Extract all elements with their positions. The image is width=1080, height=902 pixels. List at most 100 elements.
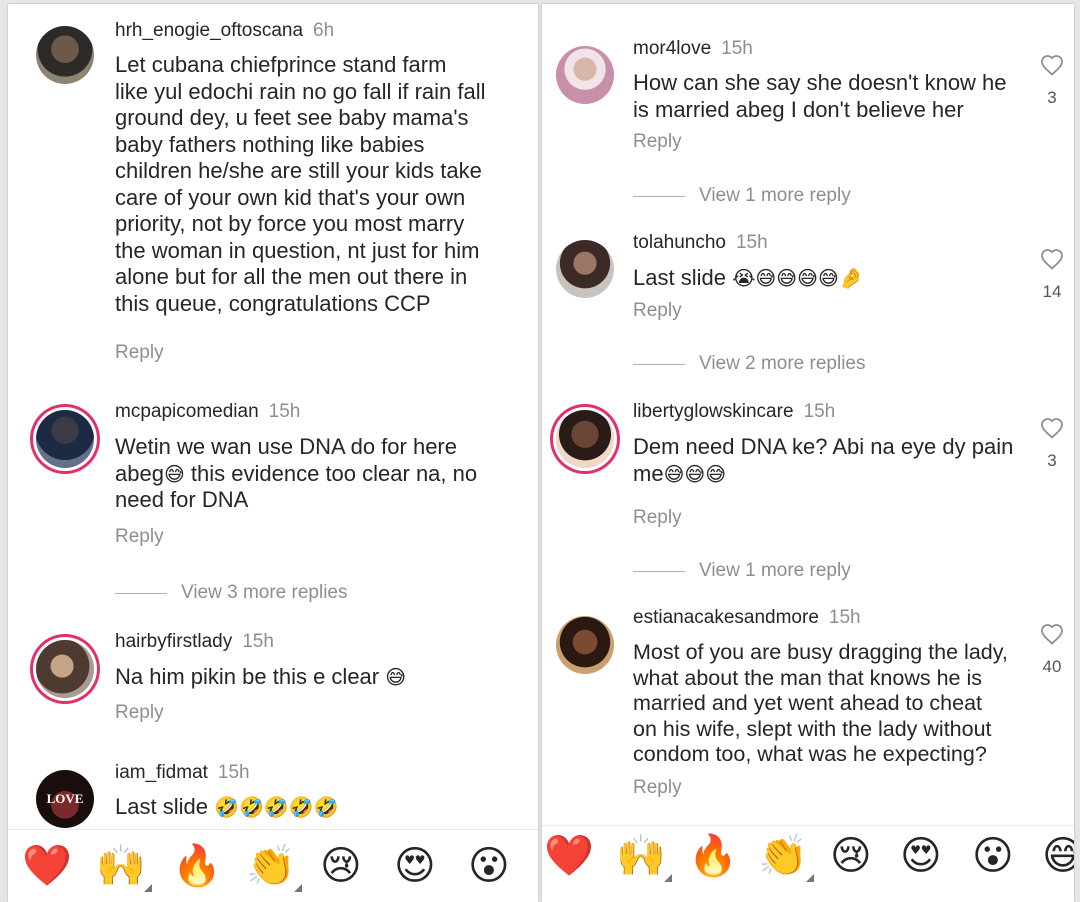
skin-tone-indicator	[663, 874, 672, 882]
reply-button[interactable]: Reply	[115, 526, 164, 548]
comment-text-part: Last slide	[633, 265, 733, 290]
username-text[interactable]: hairbyfirstlady	[115, 631, 232, 652]
comment-username[interactable]: iam_fidmat 15h	[115, 762, 250, 784]
skin-tone-indicator	[293, 884, 302, 892]
comment-time: 15h	[217, 762, 250, 783]
laugh-emoji: 😅	[385, 665, 407, 689]
comment-time: 15h	[828, 607, 861, 628]
rofl-emoji: 🤣🤣🤣🤣🤣	[214, 795, 339, 819]
heart-emoji-button[interactable]: ❤️	[544, 834, 594, 878]
crying-emoji-button[interactable]: 😢	[320, 844, 362, 888]
comment-text: Let cubana chiefprince stand farm like y…	[115, 52, 486, 316]
heart-outline-icon[interactable]	[1040, 54, 1064, 76]
comment-text: Wetin we wan use DNA do for here abeg😅 t…	[115, 434, 477, 514]
crying-emoji-button[interactable]: 😢	[830, 834, 872, 878]
comment-text: How can she say she doesn't know he is m…	[633, 70, 1007, 122]
divider-line	[115, 592, 167, 594]
view-more-label[interactable]: View 3 more replies	[181, 582, 348, 604]
comment-time: 15h	[268, 401, 301, 422]
comment-username[interactable]: hairbyfirstlady 15h	[115, 631, 274, 653]
comment-text-part: Na him pikin be this e clear	[115, 664, 386, 689]
view-more-replies[interactable]: View 2 more replies	[633, 353, 866, 375]
surprised-emoji-button[interactable]: 😮	[972, 834, 1014, 878]
raised-hands-emoji-button[interactable]: 🙌	[616, 833, 672, 882]
username-text[interactable]: libertyglowskincare	[633, 401, 794, 422]
clap-icon: 👏	[758, 833, 808, 879]
reply-button[interactable]: Reply	[115, 342, 164, 364]
surprised-emoji-button[interactable]: 😮	[468, 844, 510, 888]
comment-time: 15h	[242, 631, 274, 652]
divider-line	[633, 570, 685, 572]
comment-username[interactable]: hrh_enogie_oftoscana 6h	[115, 20, 334, 42]
username-text[interactable]: mcpapicomedian	[115, 401, 259, 422]
comment-text: Na him pikin be this e clear 😅	[115, 664, 406, 691]
left-comments-panel: hrh_enogie_oftoscana 6h Let cubana chiefp…	[8, 4, 538, 902]
clap-icon: 👏	[246, 843, 296, 889]
comment-time: 15h	[803, 401, 836, 422]
avatar[interactable]	[556, 240, 614, 298]
username-text[interactable]: tolahuncho	[633, 232, 726, 253]
comment-username[interactable]: libertyglowskincare 15h	[633, 401, 835, 423]
like-count: 40	[1042, 657, 1062, 676]
avatar[interactable]	[556, 616, 614, 674]
like-count: 3	[1047, 88, 1057, 107]
view-more-label[interactable]: View 2 more replies	[699, 353, 866, 375]
comment-username[interactable]: tolahuncho 15h	[633, 232, 768, 254]
comment-text-part: Last slide	[115, 794, 215, 819]
heart-emoji-button[interactable]: ❤️	[22, 844, 72, 888]
comment-username[interactable]: mor4love 15h	[633, 38, 753, 60]
laugh-emoji: 😅😅😅	[663, 461, 727, 486]
skin-tone-indicator	[805, 874, 814, 882]
reply-button[interactable]: Reply	[633, 507, 682, 529]
clap-emoji-button[interactable]: 👏	[246, 843, 302, 892]
heart-outline-icon[interactable]	[1040, 623, 1064, 645]
comment-username[interactable]: estianacakesandmore 15h	[633, 607, 861, 629]
view-more-replies[interactable]: View 1 more reply	[633, 560, 851, 582]
comment-text: Last slide 🤣🤣🤣🤣🤣	[115, 794, 339, 821]
skin-tone-indicator	[143, 884, 152, 892]
comment-text: Most of you are busy dragging the lady, …	[633, 640, 1008, 766]
heart-eyes-emoji-button[interactable]: 😍	[900, 834, 942, 878]
divider-line	[633, 195, 685, 197]
avatar[interactable]	[36, 410, 94, 468]
comment-time: 6h	[313, 20, 335, 41]
fire-emoji-button[interactable]: 🔥	[688, 834, 738, 878]
avatar[interactable]: LOVE	[36, 770, 94, 828]
reply-button[interactable]: Reply	[115, 702, 164, 724]
avatar[interactable]	[556, 46, 614, 104]
comment-text: Dem need DNA ke? Abi na eye dy pain me😅😅…	[633, 434, 1013, 487]
avatar[interactable]	[36, 640, 94, 698]
raised-hands-icon: 🙌	[616, 833, 666, 879]
username-text[interactable]: estianacakesandmore	[633, 607, 819, 628]
view-more-label[interactable]: View 1 more reply	[699, 185, 851, 207]
fire-emoji-button[interactable]: 🔥	[172, 844, 222, 888]
divider-line	[633, 363, 685, 365]
comment-time: 15h	[735, 232, 768, 253]
raised-hands-icon: 🙌	[96, 843, 146, 889]
heart-outline-icon[interactable]	[1040, 417, 1064, 439]
emoji-reaction-bar: ❤️ 🙌 🔥 👏 😢 😍 😮	[8, 829, 538, 902]
username-text[interactable]: hrh_enogie_oftoscana	[115, 20, 303, 41]
laugh-emoji-button[interactable]: 😅	[1042, 834, 1074, 878]
comment-time: 15h	[721, 38, 753, 59]
avatar-text: LOVE	[46, 791, 84, 806]
avatar[interactable]	[556, 410, 614, 468]
comment-text: Last slide 😭😅😅😅😅🤌	[633, 265, 864, 292]
heart-eyes-emoji-button[interactable]: 😍	[394, 844, 436, 888]
laugh-emoji: 😭😅😅😅😅🤌	[732, 266, 864, 290]
reply-button[interactable]: Reply	[633, 131, 682, 153]
heart-outline-icon[interactable]	[1040, 248, 1064, 270]
emoji-reaction-bar: ❤️ 🙌 🔥 👏 😢 😍 😮 😅	[542, 825, 1074, 902]
reply-button[interactable]: Reply	[633, 300, 682, 322]
view-more-replies[interactable]: View 3 more replies	[115, 582, 348, 604]
avatar[interactable]	[36, 26, 94, 84]
view-more-label[interactable]: View 1 more reply	[699, 560, 851, 582]
clap-emoji-button[interactable]: 👏	[758, 833, 814, 882]
username-text[interactable]: iam_fidmat	[115, 762, 208, 783]
laugh-emoji: 😅	[163, 461, 185, 486]
view-more-replies[interactable]: View 1 more reply	[633, 185, 851, 207]
raised-hands-emoji-button[interactable]: 🙌	[96, 843, 152, 892]
reply-button[interactable]: Reply	[633, 777, 682, 799]
comment-username[interactable]: mcpapicomedian 15h	[115, 401, 300, 423]
username-text[interactable]: mor4love	[633, 38, 711, 59]
